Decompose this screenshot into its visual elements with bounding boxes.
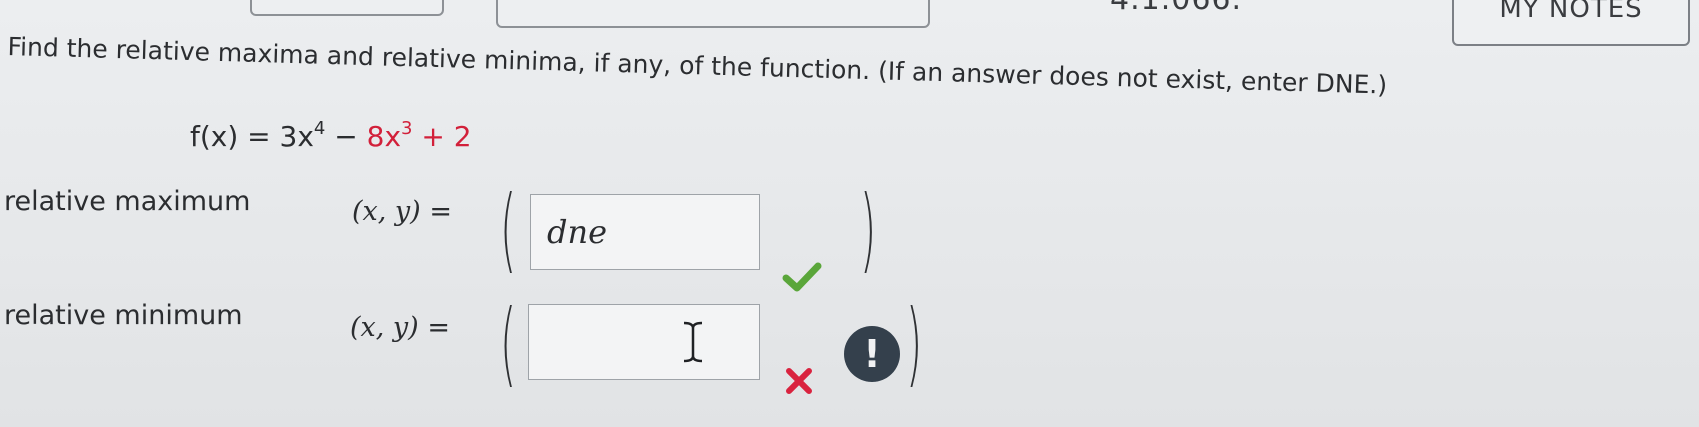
relative-minimum-input[interactable] <box>528 304 760 380</box>
constant-term: + 2 <box>412 120 472 153</box>
right-paren: ) <box>860 176 877 283</box>
top-answer-box[interactable] <box>496 0 930 28</box>
my-notes-button[interactable]: MY NOTES <box>1452 0 1690 46</box>
equals-sign: = <box>429 196 452 227</box>
function-expression: f(x) = 3x4 − 8x3 + 2 <box>190 118 472 153</box>
function-term: 8x3 + 2 <box>366 118 472 153</box>
equals-sign: = <box>427 312 450 343</box>
exclamation-icon[interactable]: ! <box>844 326 900 382</box>
relative-maximum-input[interactable] <box>530 194 760 270</box>
xy-pair-label: (x, y) = <box>352 196 452 227</box>
top-answer-box[interactable] <box>250 0 444 16</box>
minus-sign: − <box>325 120 367 153</box>
check-icon <box>782 262 822 292</box>
question-page: 4.1.066. MY NOTES Find the relative maxi… <box>0 0 1699 427</box>
question-id-text: 4.1.066. <box>1110 0 1242 17</box>
x-icon <box>786 368 812 394</box>
relative-maximum-label: relative maximum <box>4 186 251 217</box>
question-prompt: Find the relative maxima and relative mi… <box>7 32 1388 100</box>
left-paren: ( <box>500 176 517 283</box>
xy-pair-label: (x, y) = <box>350 312 450 343</box>
right-paren: ) <box>906 290 923 397</box>
relative-minimum-label: relative minimum <box>4 300 243 331</box>
function-lhs: f(x) = 3x <box>190 120 314 153</box>
exponent: 4 <box>313 118 326 139</box>
xy-text: (x, y) <box>352 196 421 227</box>
term-text: 8x <box>366 120 402 153</box>
left-paren: ( <box>500 290 517 397</box>
exponent: 3 <box>401 118 413 139</box>
text-cursor-icon <box>683 321 703 363</box>
xy-text: (x, y) <box>350 312 419 343</box>
